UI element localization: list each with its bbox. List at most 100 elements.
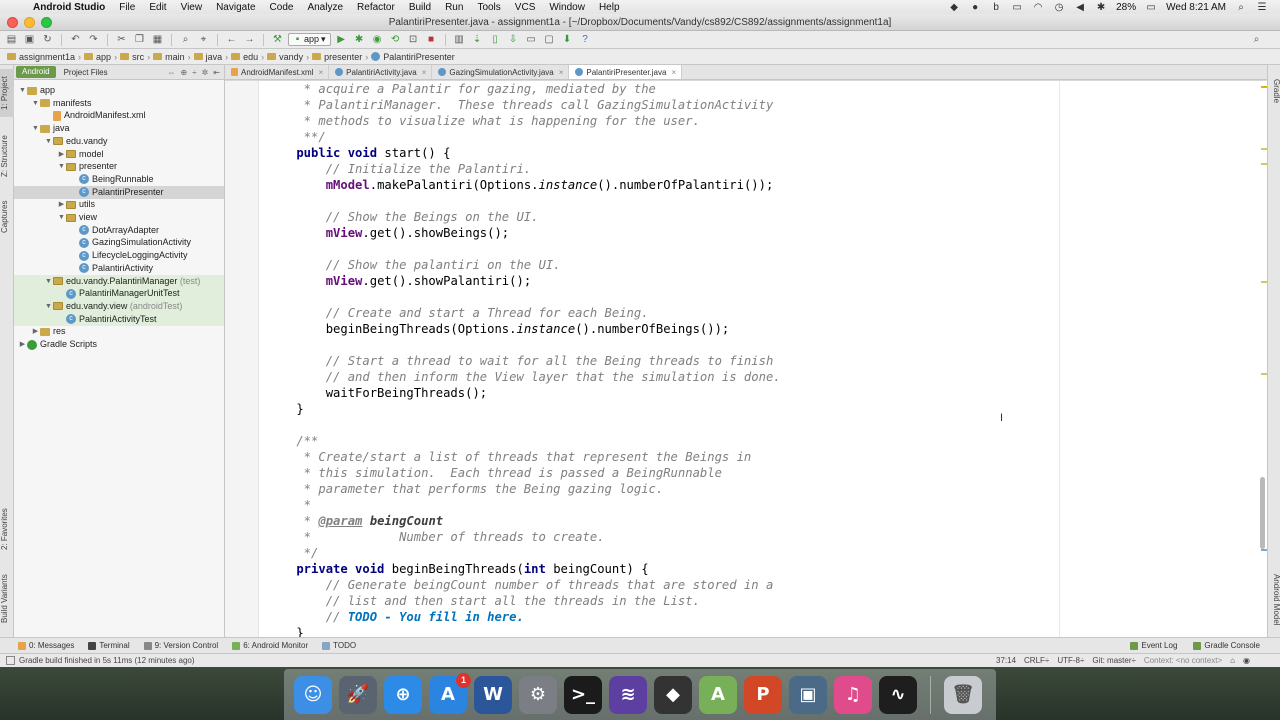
locate-icon[interactable]: ⊕ <box>181 68 188 77</box>
expanded-arrow-icon[interactable]: ▼ <box>44 135 53 148</box>
code-line[interactable]: * PalantiriManager. These threads call G… <box>267 97 1253 113</box>
menu-run[interactable]: Run <box>438 2 470 13</box>
back-icon[interactable]: ← <box>224 33 239 47</box>
tree-item[interactable]: ▼ java <box>14 122 224 135</box>
editor-tab[interactable]: PalantiriActivity.java × <box>329 65 433 79</box>
menu-navigate[interactable]: Navigate <box>209 2 262 13</box>
paste-icon[interactable]: ▦ <box>150 33 165 47</box>
make-project-icon[interactable]: ⚒ <box>270 33 285 47</box>
menu-app-name[interactable]: Android Studio <box>26 2 112 13</box>
search-everywhere-icon[interactable]: ⌕ <box>1249 33 1264 47</box>
minimize-window-button[interactable] <box>24 17 35 28</box>
terminal-tool-button[interactable]: Terminal <box>88 641 130 650</box>
menu-tools[interactable]: Tools <box>470 2 507 13</box>
tool-tab-android-model[interactable]: Android Model <box>1268 565 1280 635</box>
debug-icon[interactable]: ✱ <box>352 33 367 47</box>
code-line[interactable]: mView.get().showBeings(); <box>267 225 1253 241</box>
code-line[interactable]: beginBeingThreads(Options.instance().num… <box>267 321 1253 337</box>
tree-item[interactable]: ▶ model <box>14 148 224 161</box>
forward-icon[interactable]: → <box>242 33 257 47</box>
code-line[interactable]: mView.get().showPalantiri(); <box>267 273 1253 289</box>
tool-tab-build-variants[interactable]: Build Variants <box>0 569 14 629</box>
close-window-button[interactable] <box>7 17 18 28</box>
scroll-marker[interactable] <box>1261 148 1267 150</box>
tree-item[interactable]: c DotArrayAdapter <box>14 224 224 237</box>
file-encoding[interactable]: UTF-8÷ <box>1057 656 1084 665</box>
menu-vcs[interactable]: VCS <box>508 2 543 13</box>
collapsed-arrow-icon[interactable]: ▶ <box>57 198 66 211</box>
menu-file[interactable]: File <box>112 2 142 13</box>
android-monitor-tool-button[interactable]: 6: Android Monitor <box>232 641 308 650</box>
close-tab-icon[interactable]: × <box>318 68 323 77</box>
timemachine-icon[interactable]: ◷ <box>1053 2 1065 13</box>
stop-icon[interactable]: ■ <box>424 33 439 47</box>
code-line[interactable]: * parameter that performs the Being gazi… <box>267 481 1253 497</box>
collapsed-arrow-icon[interactable]: ▶ <box>31 325 40 338</box>
tool-tab-gradle[interactable]: Gradle <box>1268 71 1280 111</box>
powerpoint-icon[interactable]: P <box>744 675 782 714</box>
avd-manager-icon[interactable]: ▯ <box>488 33 503 47</box>
scope-icon[interactable]: ⇔ <box>168 68 176 77</box>
code-line[interactable]: // Generate beingCount number of threads… <box>267 577 1253 593</box>
expanded-arrow-icon[interactable]: ▼ <box>44 300 53 313</box>
replace-icon[interactable]: ⌖ <box>196 33 211 47</box>
menu-code[interactable]: Code <box>263 2 301 13</box>
close-tab-icon[interactable]: × <box>559 68 564 77</box>
breadcrumb-item[interactable]: assignment1a <box>4 52 78 62</box>
trash-icon[interactable]: 🗑 <box>944 675 982 714</box>
breadcrumb-item[interactable]: src <box>117 52 147 62</box>
expanded-arrow-icon[interactable]: ▼ <box>18 84 27 97</box>
tree-item[interactable]: ▼ edu.vandy.PalantiriManager (test) <box>14 274 224 288</box>
tree-item[interactable]: ▼ edu.vandy <box>14 135 224 148</box>
version-control-tool-button[interactable]: 9: Version Control <box>143 641 218 650</box>
android-device-icon[interactable]: ⬇ <box>560 33 575 47</box>
code-line[interactable]: mModel.makePalantiri(Options.instance().… <box>267 177 1253 193</box>
scroll-marker[interactable] <box>1261 163 1267 165</box>
itunes-icon[interactable]: ♫ <box>834 675 872 714</box>
find-icon[interactable]: ⌕ <box>178 33 193 47</box>
gradle-console-tool-button[interactable]: Gradle Console <box>1193 641 1260 650</box>
code-line[interactable]: * @param beingCount <box>267 513 1253 529</box>
code-line[interactable]: // and then inform the View layer that t… <box>267 369 1253 385</box>
inspection-marker[interactable] <box>1261 86 1267 88</box>
code-line[interactable] <box>267 193 1253 209</box>
unity-icon[interactable]: ◆ <box>654 675 692 714</box>
tree-item[interactable]: c PalantiriActivityTest <box>14 312 224 326</box>
finder-icon[interactable]: ☺ <box>294 675 332 714</box>
b-icon[interactable]: b <box>990 2 1002 13</box>
collapsed-arrow-icon[interactable]: ▶ <box>57 148 66 161</box>
tree-item[interactable]: ▶ res <box>14 325 224 338</box>
scroll-marker[interactable] <box>1261 281 1267 283</box>
expanded-arrow-icon[interactable]: ▼ <box>57 160 66 173</box>
word-icon[interactable]: W <box>474 675 512 714</box>
airplay-icon[interactable]: ▭ <box>1011 2 1023 13</box>
code-line[interactable]: /** <box>267 433 1253 449</box>
code-line[interactable] <box>267 417 1253 433</box>
editor-tab[interactable]: AndroidManifest.xml × <box>225 65 330 79</box>
code-line[interactable]: * this simulation. Each thread is passed… <box>267 465 1253 481</box>
tree-item[interactable]: c PalantiriPresenter <box>14 185 224 199</box>
breadcrumb-item[interactable]: vandy <box>264 52 306 62</box>
clock[interactable]: Wed 8:21 AM <box>1166 2 1226 13</box>
code-line[interactable]: * Number of threads to create. <box>267 529 1253 545</box>
battery-percent[interactable]: 28% <box>1116 2 1136 13</box>
bluetooth-icon[interactable]: ✱ <box>1095 2 1107 13</box>
dropbox-icon[interactable]: ◆ <box>948 2 960 13</box>
open-icon[interactable]: ▤ <box>4 33 19 47</box>
code-line[interactable]: // TODO - You fill in here. <box>267 609 1253 625</box>
menu-edit[interactable]: Edit <box>142 2 173 13</box>
code-line[interactable]: // Show the palantiri on the UI. <box>267 257 1253 273</box>
cut-icon[interactable]: ✂ <box>114 33 129 47</box>
menu-build[interactable]: Build <box>402 2 438 13</box>
tree-item[interactable]: c LifecycleLoggingActivity <box>14 249 224 262</box>
code-content[interactable]: * acquire a Palantir for gazing, mediate… <box>267 81 1253 637</box>
tree-item[interactable]: AndroidManifest.xml <box>14 109 224 122</box>
code-line[interactable] <box>267 337 1253 353</box>
tree-item[interactable]: c PalantiriActivity <box>14 262 224 275</box>
git-branch[interactable]: Git: master÷ <box>1092 656 1136 665</box>
lock-icon[interactable]: ⌂ <box>1230 656 1235 665</box>
messages-tool-button[interactable]: 0: Messages <box>18 641 74 650</box>
breadcrumb-item[interactable]: PalantiriPresenter <box>368 52 458 62</box>
code-line[interactable] <box>267 289 1253 305</box>
tree-item[interactable]: ▶ utils <box>14 198 224 211</box>
